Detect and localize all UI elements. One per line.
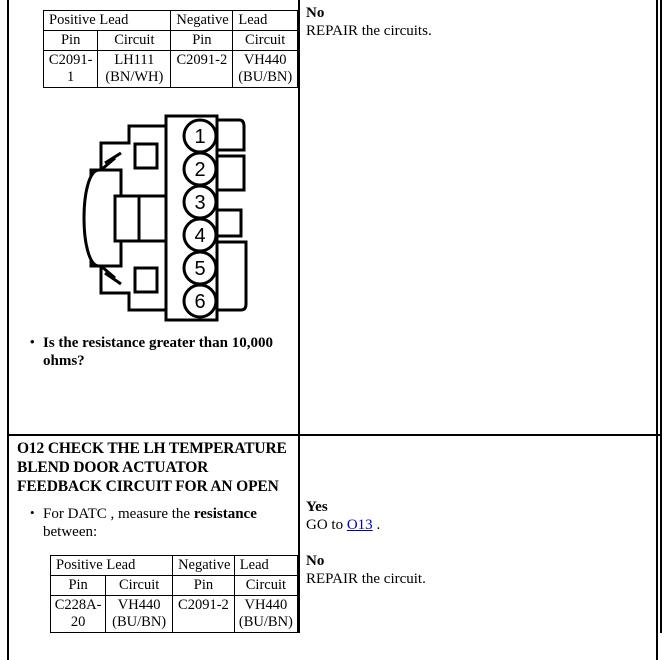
lead-table-group-header-row: Positive Lead Negative Lead — [49, 555, 299, 576]
group-header-lead: Lead — [233, 555, 299, 576]
cell-negative-circuit: VH440 (BU/BN) — [232, 50, 298, 88]
lead-table-2: Positive Lead Negative Lead Pin Circuit … — [49, 555, 299, 633]
instruction-prefix: For DATC , measure the — [43, 506, 194, 522]
connector-tab-4 — [215, 240, 248, 312]
lead-table-data-row: C228A-20 VH440 (BU/BN) C2091-2 VH440 (BU… — [49, 595, 299, 633]
lead-table-column-header-row: Pin Circuit Pin Circuit — [42, 30, 298, 51]
table-row-step-continued: Positive Lead Negative Lead Pin Circuit … — [7, 0, 662, 435]
lead-table-wrapper-1: Positive Lead Negative Lead Pin Circuit … — [9, 0, 298, 88]
cell-negative-pin: C2091-2 — [172, 595, 235, 633]
bullet-datc-instruction: For DATC , measure the resistance betwee… — [30, 504, 298, 541]
column-header-pin-positive: Pin — [49, 575, 107, 596]
result-yes-label: Yes — [306, 499, 328, 515]
group-header-lead: Lead — [232, 10, 298, 31]
pin-label-3: 3 — [194, 192, 205, 214]
instruction-suffix: between: — [43, 524, 98, 540]
cell-negative-circuit: VH440 (BU/BN) — [233, 595, 299, 633]
result-yes-prefix: GO to — [306, 517, 347, 533]
connector-tab-2 — [215, 154, 246, 192]
connector-lock-upper — [133, 142, 159, 170]
result-no-label: No — [306, 5, 325, 21]
result-no-action: REPAIR the circuits. — [306, 23, 432, 39]
instruction-emphasis: resistance — [193, 506, 257, 522]
group-header-negative: Negative — [170, 10, 234, 31]
column-header-pin-positive: Pin — [42, 30, 99, 51]
cell-positive-circuit: LH111 (BN/WH) — [97, 50, 172, 88]
lead-table-column-header-row: Pin Circuit Pin Circuit — [49, 575, 299, 596]
column-header-circuit-negative: Circuit — [232, 30, 298, 51]
column-header-pin-negative: Pin — [172, 575, 235, 596]
column-header-circuit-negative: Circuit — [233, 575, 299, 596]
pin-label-5: 5 — [194, 258, 205, 280]
step-bullet-list-o12: For DATC , measure the resistance betwee… — [9, 504, 298, 541]
connector-6-pin-illustration: 1 2 3 4 5 6 — [82, 114, 248, 322]
connector-tab-1 — [215, 118, 246, 152]
result-cell-o12: Yes GO to O13 . No REPAIR the circuit. — [299, 434, 662, 633]
lead-table-group-header-row: Positive Lead Negative Lead — [42, 10, 298, 31]
result-yes-action: GO to O13 . — [306, 516, 660, 534]
connector-diagram: 1 2 3 4 5 6 — [9, 88, 298, 328]
group-header-negative: Negative — [172, 555, 235, 576]
group-header-positive-lead: Positive Lead — [49, 555, 174, 576]
step-cell-continued: Positive Lead Negative Lead Pin Circuit … — [7, 0, 300, 435]
link-o13[interactable]: O13 — [347, 517, 373, 533]
lead-table-data-row: C2091-1 LH111 (BN/WH) C2091-2 VH440 (BU/… — [42, 50, 298, 88]
bullet-resistance-question: Is the resistance greater than 10,000 oh… — [30, 333, 298, 370]
connector-tab-3 — [215, 208, 243, 238]
result-yes-no-block-o12: Yes GO to O13 . No REPAIR the circuit. — [300, 436, 660, 588]
cell-negative-pin: C2091-2 — [170, 50, 234, 88]
group-header-positive-lead: Positive Lead — [42, 10, 172, 31]
step-title-o12: O12 CHECK THE LH TEMPERATURE BLEND DOOR … — [17, 440, 287, 495]
diagnostic-steps-table: Positive Lead Negative Lead Pin Circuit … — [7, 0, 662, 633]
pin-label-1: 1 — [194, 126, 205, 148]
result-no-label: No — [306, 553, 325, 569]
step-cell-o12: O12 CHECK THE LH TEMPERATURE BLEND DOOR … — [7, 434, 300, 633]
lead-table-wrapper-2: Positive Lead Negative Lead Pin Circuit … — [9, 541, 299, 633]
result-cell-continued: No REPAIR the circuits. — [299, 0, 662, 435]
pin-label-2: 2 — [194, 159, 205, 181]
connector-lock-lower — [133, 266, 159, 294]
cell-positive-pin: C2091-1 — [42, 50, 99, 88]
result-yes-suffix: . — [372, 517, 381, 533]
step-bullet-list-continued: Is the resistance greater than 10,000 oh… — [9, 333, 298, 370]
cell-positive-pin: C228A-20 — [49, 595, 107, 633]
pin-label-6: 6 — [194, 291, 205, 313]
column-header-pin-negative: Pin — [170, 30, 234, 51]
column-header-circuit-positive: Circuit — [105, 575, 174, 596]
connector-key-block-inner — [137, 194, 169, 243]
result-no-block-continued: No REPAIR the circuits. — [300, 0, 660, 40]
lead-table-1: Positive Lead Negative Lead Pin Circuit … — [42, 10, 298, 88]
result-no-action: REPAIR the circuit. — [306, 571, 426, 587]
result-spacer — [306, 534, 660, 552]
pin-label-4: 4 — [194, 225, 205, 247]
table-row-step-o12: O12 CHECK THE LH TEMPERATURE BLEND DOOR … — [7, 434, 662, 633]
column-header-circuit-positive: Circuit — [97, 30, 172, 51]
cell-positive-circuit: VH440 (BU/BN) — [105, 595, 174, 633]
